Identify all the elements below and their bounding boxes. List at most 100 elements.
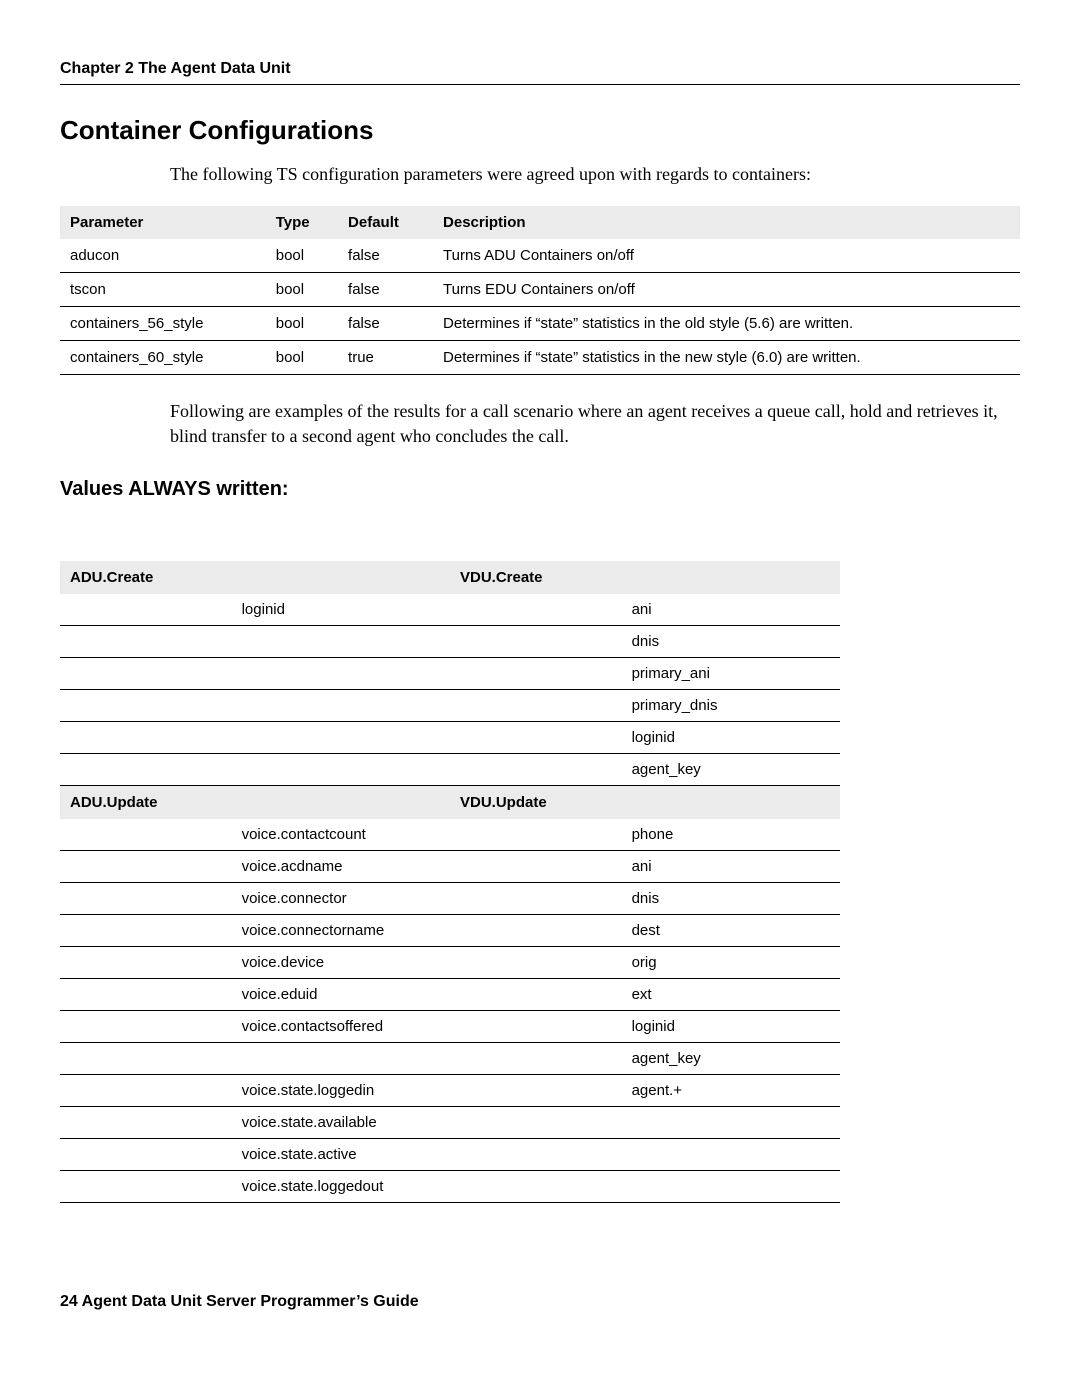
cell: loginid — [622, 721, 840, 753]
table-row: agent_key — [60, 1042, 840, 1074]
cell: loginid — [232, 594, 450, 626]
cell — [450, 819, 622, 851]
cell: voice.state.available — [232, 1106, 450, 1138]
table-row: loginid — [60, 721, 840, 753]
cell: Determines if “state” statistics in the … — [433, 341, 1020, 375]
table-row: containers_60_style bool true Determines… — [60, 341, 1020, 375]
cell — [60, 689, 232, 721]
table-row: containers_56_style bool false Determine… — [60, 307, 1020, 341]
cell — [232, 1042, 450, 1074]
cell: ani — [622, 594, 840, 626]
cell — [232, 721, 450, 753]
cell: ext — [622, 978, 840, 1010]
table-row: aducon bool false Turns ADU Containers o… — [60, 239, 1020, 273]
document-page: Chapter 2 The Agent Data Unit Container … — [0, 0, 1080, 1351]
cell: voice.contactcount — [232, 819, 450, 851]
table-row: primary_ani — [60, 657, 840, 689]
cell: false — [338, 307, 433, 341]
cell: agent.+ — [622, 1074, 840, 1106]
values-header-row: ADU.Create VDU.Create — [60, 561, 840, 594]
cell — [450, 1074, 622, 1106]
cell: containers_56_style — [60, 307, 266, 341]
table-row: voice.eduid ext — [60, 978, 840, 1010]
col-default: Default — [338, 206, 433, 239]
intro-paragraph: The following TS configuration parameter… — [60, 162, 1020, 186]
page-footer: 24 Agent Data Unit Server Programmer’s G… — [60, 1293, 1020, 1311]
cell: bool — [266, 307, 338, 341]
cell — [450, 594, 622, 626]
cell — [450, 1170, 622, 1202]
cell — [60, 594, 232, 626]
cell: bool — [266, 341, 338, 375]
values-table: ADU.Create VDU.Create loginid ani dnis p… — [60, 561, 840, 1203]
cell — [450, 882, 622, 914]
cell: agent_key — [622, 1042, 840, 1074]
col-parameter: Parameter — [60, 206, 266, 239]
cell — [60, 1170, 232, 1202]
cell — [450, 689, 622, 721]
cell — [60, 1074, 232, 1106]
cell — [232, 753, 450, 785]
top-rule — [60, 84, 1020, 85]
cell: voice.state.active — [232, 1138, 450, 1170]
cell: bool — [266, 239, 338, 273]
cell: voice.state.loggedout — [232, 1170, 450, 1202]
header-vdu-create: VDU.Create — [450, 561, 840, 594]
cell — [60, 850, 232, 882]
table-row: voice.state.loggedout — [60, 1170, 840, 1202]
cell — [450, 978, 622, 1010]
cell: ani — [622, 850, 840, 882]
cell: primary_ani — [622, 657, 840, 689]
chapter-header: Chapter 2 The Agent Data Unit — [60, 60, 1020, 78]
cell — [60, 946, 232, 978]
cell: bool — [266, 273, 338, 307]
cell — [622, 1106, 840, 1138]
cell — [60, 819, 232, 851]
table-row: voice.acdname ani — [60, 850, 840, 882]
cell: agent_key — [622, 753, 840, 785]
cell: voice.connector — [232, 882, 450, 914]
cell — [60, 721, 232, 753]
cell: dest — [622, 914, 840, 946]
cell — [60, 753, 232, 785]
section-title: Container Configurations — [60, 115, 1020, 146]
cell: orig — [622, 946, 840, 978]
table-row: primary_dnis — [60, 689, 840, 721]
table-row: voice.connector dnis — [60, 882, 840, 914]
cell: primary_dnis — [622, 689, 840, 721]
cell — [450, 1106, 622, 1138]
cell — [60, 1010, 232, 1042]
cell — [232, 625, 450, 657]
cell — [450, 1138, 622, 1170]
header-adu-create: ADU.Create — [60, 561, 450, 594]
cell: voice.connectorname — [232, 914, 450, 946]
cell: voice.state.loggedin — [232, 1074, 450, 1106]
table-row: voice.state.available — [60, 1106, 840, 1138]
cell: aducon — [60, 239, 266, 273]
cell: dnis — [622, 625, 840, 657]
cell — [60, 914, 232, 946]
values-header-row: ADU.Update VDU.Update — [60, 785, 840, 819]
followup-paragraph: Following are examples of the results fo… — [60, 399, 1020, 448]
col-description: Description — [433, 206, 1020, 239]
cell — [450, 657, 622, 689]
cell — [450, 1010, 622, 1042]
cell — [450, 914, 622, 946]
cell — [450, 946, 622, 978]
cell: voice.eduid — [232, 978, 450, 1010]
table-row: agent_key — [60, 753, 840, 785]
table-row: voice.device orig — [60, 946, 840, 978]
table-row: voice.connectorname dest — [60, 914, 840, 946]
header-adu-update: ADU.Update — [60, 785, 450, 819]
cell: loginid — [622, 1010, 840, 1042]
cell: Turns ADU Containers on/off — [433, 239, 1020, 273]
cell — [622, 1170, 840, 1202]
table-row: loginid ani — [60, 594, 840, 626]
table-header-row: Parameter Type Default Description — [60, 206, 1020, 239]
table-row: voice.state.loggedin agent.+ — [60, 1074, 840, 1106]
table-row: voice.contactsoffered loginid — [60, 1010, 840, 1042]
table-row: voice.state.active — [60, 1138, 840, 1170]
cell — [450, 850, 622, 882]
cell: containers_60_style — [60, 341, 266, 375]
cell: voice.device — [232, 946, 450, 978]
